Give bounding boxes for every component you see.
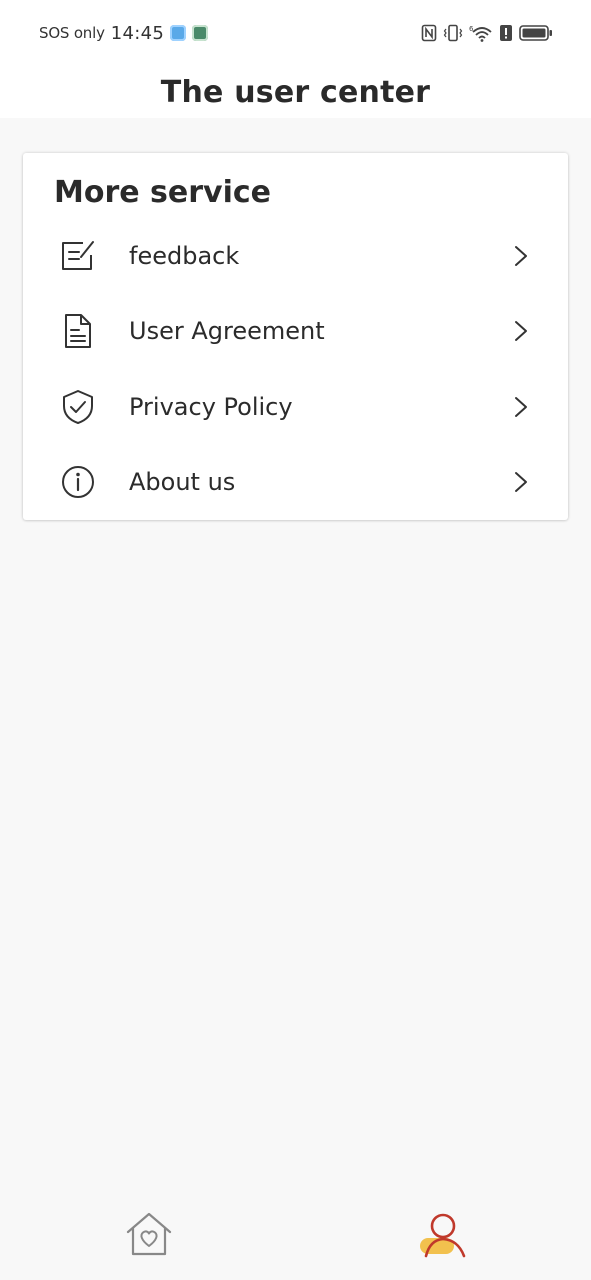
screen: SOS only 14:45 6 The user center More se… xyxy=(0,0,591,1280)
nfc-icon xyxy=(421,24,437,42)
info-icon xyxy=(59,463,97,501)
app-notification-icon xyxy=(170,25,187,41)
chevron-right-icon xyxy=(515,321,527,341)
menu-label: User Agreement xyxy=(129,317,325,345)
card-title: More service xyxy=(54,175,272,210)
chevron-right-icon xyxy=(515,397,527,417)
battery-icon xyxy=(519,25,552,41)
menu-item-user-agreement[interactable]: User Agreement xyxy=(23,296,568,366)
status-right: 6 xyxy=(421,22,553,44)
user-profile-icon xyxy=(420,1213,466,1258)
chevron-right-icon xyxy=(515,246,527,266)
carrier-text: SOS only xyxy=(39,24,105,42)
menu-label: feedback xyxy=(129,242,240,270)
wifi-icon: 6 xyxy=(469,25,492,42)
status-bar: SOS only 14:45 6 xyxy=(0,0,591,66)
nav-user-button[interactable] xyxy=(416,1208,468,1260)
app-notification-icon xyxy=(192,25,209,41)
chevron-right-icon xyxy=(515,472,527,492)
menu-label: Privacy Policy xyxy=(129,393,293,421)
more-service-card: More service feedback User Agreement Pri… xyxy=(23,153,568,520)
document-icon xyxy=(59,312,97,350)
shield-check-icon xyxy=(59,388,97,426)
menu-item-about-us[interactable]: About us xyxy=(23,447,568,517)
menu-item-feedback[interactable]: feedback xyxy=(23,221,568,291)
menu-item-privacy-policy[interactable]: Privacy Policy xyxy=(23,372,568,442)
feedback-edit-icon xyxy=(59,237,97,275)
bottom-nav xyxy=(0,1190,591,1280)
header: The user center xyxy=(0,66,591,118)
status-left: SOS only 14:45 xyxy=(39,22,209,44)
alert-icon xyxy=(500,25,512,41)
home-heart-icon xyxy=(126,1212,172,1256)
menu-label: About us xyxy=(129,468,236,496)
vibrate-icon xyxy=(443,24,463,42)
clock-text: 14:45 xyxy=(110,22,165,44)
page-title: The user center xyxy=(160,74,431,110)
nav-home-button[interactable] xyxy=(123,1208,175,1260)
